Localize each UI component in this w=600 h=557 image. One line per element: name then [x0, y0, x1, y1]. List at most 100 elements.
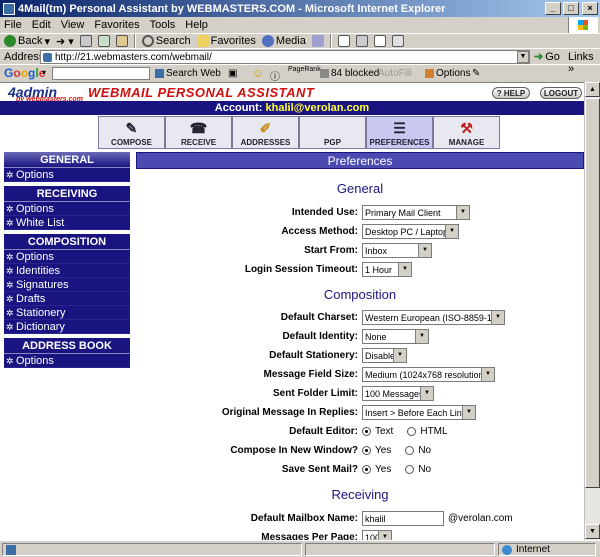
google-options-button[interactable]: Options	[425, 68, 470, 79]
page-scrollbar[interactable]: ▲ ▼	[584, 82, 600, 540]
window-title-bar: 4Mail(tm) Personal Assistant by WEBMASTE…	[0, 0, 600, 17]
mailbox-name-input[interactable]: khalil	[362, 511, 444, 526]
save-sent-no-radio[interactable]	[405, 465, 415, 474]
save-sent-row: Save Sent Mail? Yes No	[281, 464, 432, 475]
addresses-icon: ✐	[259, 119, 272, 136]
print-icon[interactable]	[355, 35, 368, 47]
menu-view[interactable]: View	[61, 19, 85, 31]
back-button[interactable]: Back ▾	[4, 35, 50, 48]
help-button[interactable]: ? HELP	[492, 87, 530, 99]
original-message-label: Original Message In Replies:	[221, 407, 358, 418]
sidebar-item-dictionary[interactable]: Dictionary	[4, 320, 130, 334]
google-logo[interactable]: Google	[4, 66, 45, 80]
search-web-icon	[155, 69, 164, 78]
tab-manage[interactable]: ⚒ MANAGE	[433, 116, 500, 149]
sidebar-item-drafts[interactable]: Drafts	[4, 292, 130, 306]
web-page: 4admin by webmasters.com WEBMAIL PERSONA…	[0, 82, 584, 540]
scroll-up-icon[interactable]: ▲	[585, 82, 600, 97]
google-menu-icon[interactable]: ▾	[42, 68, 46, 77]
sidebar-item-receiving-options[interactable]: Options	[4, 202, 130, 216]
page-icon	[6, 544, 16, 555]
section-general-heading: General	[336, 181, 384, 196]
menu-help[interactable]: Help	[185, 19, 208, 31]
maximize-button[interactable]: □	[563, 2, 579, 15]
globe-icon	[502, 544, 512, 555]
info-icon[interactable]: ⓘ	[270, 68, 280, 83]
tab-compose[interactable]: ✎ COMPOSE	[98, 116, 165, 149]
tab-preferences[interactable]: ☰ PREFERENCES	[366, 116, 433, 149]
autofill-button[interactable]: AutoFill	[378, 68, 411, 79]
session-timeout-label: Login Session Timeout:	[244, 264, 358, 275]
per-page-select[interactable]: 100	[362, 530, 392, 540]
sidebar-heading-general: GENERAL	[4, 152, 130, 168]
sidebar-item-identities[interactable]: Identities	[4, 264, 130, 278]
options-icon	[425, 69, 434, 78]
forward-button[interactable]: ➜ ▾	[56, 35, 74, 48]
address-dropdown-icon[interactable]: ▼	[517, 51, 529, 63]
default-editor-row: Default Editor: Text HTML	[289, 426, 448, 437]
sidebar-item-address-book-options[interactable]: Options	[4, 354, 130, 368]
sidebar-item-white-list[interactable]: White List	[4, 216, 130, 230]
toolbar-separator	[329, 34, 332, 48]
save-sent-yes-radio[interactable]	[362, 465, 371, 474]
scroll-down-icon[interactable]: ▼	[585, 524, 600, 539]
discuss-icon[interactable]	[391, 35, 404, 47]
edit-icon[interactable]	[373, 35, 386, 47]
manage-icon: ⚒	[460, 119, 473, 136]
address-input[interactable]: http://21.webmasters.com/webmail/ ▼	[40, 50, 530, 64]
favorites-button[interactable]: Favorites	[196, 35, 256, 47]
popup-blocker-button[interactable]: 84 blocked	[320, 68, 379, 79]
new-window-yes-radio[interactable]	[362, 446, 371, 455]
refresh-icon[interactable]	[97, 35, 110, 47]
sidebar-heading-receiving: RECEIVING	[4, 186, 130, 202]
stationery-label: Default Stationery:	[269, 350, 358, 361]
scroll-thumb[interactable]	[585, 98, 600, 488]
new-window-label: Compose In New Window?	[230, 445, 358, 456]
home-icon[interactable]	[115, 35, 128, 47]
sidebar-item-composition-options[interactable]: Options	[4, 250, 130, 264]
tab-addresses[interactable]: ✐ ADDRESSES	[232, 116, 299, 149]
search-button[interactable]: Search	[141, 35, 191, 47]
sidebar-item-general-options[interactable]: Options	[4, 168, 130, 182]
minimize-button[interactable]: _	[545, 2, 561, 15]
charset-row: Default Charset: Western European (ISO-8…	[136, 310, 584, 326]
stationery-select[interactable]: Disable	[362, 348, 407, 363]
field-size-label: Message Field Size:	[263, 369, 358, 380]
sent-limit-select[interactable]: 100 Messages	[362, 386, 434, 401]
editor-html-radio[interactable]	[407, 427, 417, 436]
menu-favorites[interactable]: Favorites	[94, 19, 139, 31]
status-pane-empty	[305, 543, 495, 556]
mail-icon[interactable]	[337, 35, 350, 47]
field-size-select[interactable]: Medium (1024x768 resolution)	[362, 367, 495, 382]
highlight-pen-icon[interactable]: ✎	[472, 68, 480, 79]
logout-button[interactable]: LOGOUT	[540, 87, 582, 99]
identity-select[interactable]: None	[362, 329, 429, 344]
google-search-input[interactable]	[52, 67, 150, 80]
new-window-no-radio[interactable]	[405, 446, 415, 455]
go-button[interactable]: ➜ Go	[534, 50, 560, 64]
back-arrow-icon	[4, 35, 16, 47]
menu-edit[interactable]: Edit	[32, 19, 51, 31]
media-button[interactable]: Media	[261, 35, 306, 47]
tab-receive[interactable]: ☎ RECEIVE	[165, 116, 232, 149]
session-timeout-select[interactable]: 1 Hour	[362, 262, 412, 277]
stop-icon[interactable]	[79, 35, 92, 47]
smiley-icon[interactable]: ☺	[252, 66, 264, 80]
close-button[interactable]: ×	[582, 2, 598, 15]
menu-tools[interactable]: Tools	[150, 19, 176, 31]
news-icon[interactable]: ▣	[228, 68, 237, 79]
sidebar-item-signatures[interactable]: Signatures	[4, 278, 130, 292]
start-from-select[interactable]: Inbox	[362, 243, 432, 258]
access-method-select[interactable]: Desktop PC / Laptop	[362, 224, 459, 239]
tab-pgp[interactable]: PGP	[299, 116, 366, 149]
account-email: khalil@verolan.com	[265, 102, 370, 114]
sidebar-item-stationery[interactable]: Stationery	[4, 306, 130, 320]
menu-file[interactable]: File	[4, 19, 22, 31]
charset-select[interactable]: Western European (ISO-8859-1)	[362, 310, 505, 325]
main-tabs: ✎ COMPOSE ☎ RECEIVE ✐ ADDRESSES PGP ☰ PR…	[98, 116, 500, 149]
history-icon[interactable]	[311, 35, 324, 47]
editor-text-radio[interactable]	[362, 427, 371, 436]
original-message-select[interactable]: Insert > Before Each Line	[362, 405, 476, 420]
intended-use-select[interactable]: Primary Mail Client	[362, 205, 470, 220]
search-web-button[interactable]: Search Web	[155, 68, 221, 79]
